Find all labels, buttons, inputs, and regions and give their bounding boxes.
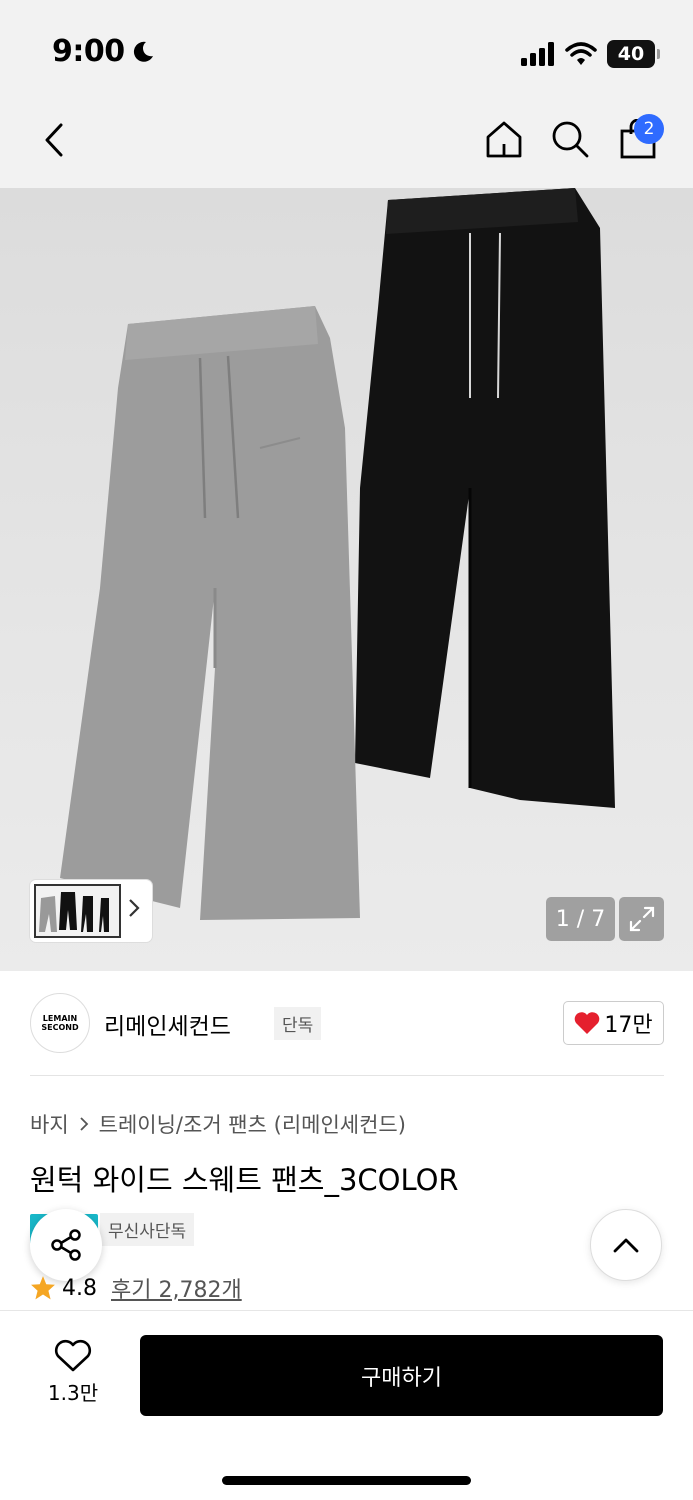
thumbnail-pants-icon [39, 892, 110, 932]
heart-filled-icon [575, 1012, 600, 1034]
brand-exclusive-tag: 단독 [274, 1007, 322, 1040]
search-button[interactable] [548, 116, 592, 162]
product-photo [60, 188, 615, 920]
grey-pants-illustration [60, 306, 360, 920]
status-indicators: 40 [521, 40, 660, 68]
top-area: 9:00 40 2 [0, 0, 693, 188]
star-icon [31, 1276, 55, 1300]
image-counter: 1 / 7 [546, 897, 615, 941]
brand-logo-line2: SECOND [41, 1023, 79, 1032]
status-time-text: 9:00 [52, 34, 125, 69]
brand-logo[interactable]: LEMAIN SECOND [30, 993, 90, 1053]
brand-like-button[interactable]: 17만 [563, 1001, 664, 1045]
expand-icon [629, 906, 654, 932]
black-pants-illustration [355, 188, 615, 808]
musinsa-exclusive-tag: 무신사단독 [100, 1212, 195, 1246]
signal-icon [521, 42, 554, 66]
image-counter-text: 1 / 7 [555, 906, 606, 932]
home-icon [486, 121, 522, 158]
buy-button[interactable]: 구매하기 [140, 1335, 663, 1416]
status-time: 9:00 [52, 34, 155, 69]
search-icon [552, 121, 589, 158]
moon-icon [133, 41, 153, 62]
divider [30, 1075, 664, 1076]
breadcrumb-category[interactable]: 바지 [30, 1109, 69, 1139]
brand-name[interactable]: 리메인세컨드 [104, 1007, 231, 1041]
fullscreen-button[interactable] [619, 897, 664, 941]
home-button[interactable] [482, 116, 526, 162]
breadcrumb-subcategory[interactable]: 트레이닝/조거 팬츠 (리메인세컨드) [99, 1109, 406, 1139]
battery-level: 40 [617, 43, 645, 65]
share-button[interactable] [30, 1209, 102, 1281]
purchase-bar: 1.3만 구매하기 [0, 1310, 693, 1500]
product-image-gallery[interactable]: 1 / 7 [0, 188, 693, 971]
brand-like-count: 17만 [604, 1013, 653, 1038]
thumbnail-image[interactable] [34, 884, 121, 938]
buy-button-label: 구매하기 [361, 1365, 442, 1391]
thumbnail-strip[interactable] [30, 880, 152, 942]
wishlist-button[interactable]: 1.3만 [34, 1339, 112, 1409]
scroll-top-button[interactable] [590, 1209, 662, 1281]
wifi-icon [565, 42, 597, 65]
product-title: 원턱 와이드 스웨트 팬츠_3COLOR [30, 1163, 459, 1197]
brand-logo-line1: LEMAIN [42, 1014, 78, 1023]
home-indicator [222, 1476, 471, 1485]
heart-outline-icon [54, 1339, 92, 1372]
cart-count-badge: 2 [634, 114, 664, 144]
chevron-right-icon [80, 1117, 88, 1131]
rating-value: 4.8 [62, 1275, 97, 1301]
chevron-right-icon[interactable] [121, 898, 149, 924]
battery-indicator: 40 [607, 40, 660, 68]
rating-row: 4.8 후기 2,782개 [30, 1272, 242, 1304]
breadcrumb: 바지 트레이닝/조거 팬츠 (리메인세컨드) [30, 1109, 406, 1139]
chevron-up-icon [613, 1238, 639, 1253]
back-button[interactable] [34, 118, 74, 162]
cart-count: 2 [643, 119, 655, 139]
wishlist-count: 1.3만 [47, 1381, 99, 1405]
brand-row: LEMAIN SECOND 리메인세컨드 단독 17만 [30, 993, 664, 1053]
chevron-left-icon [45, 123, 63, 157]
share-icon [51, 1229, 81, 1261]
review-link[interactable]: 후기 2,782개 [111, 1272, 242, 1304]
